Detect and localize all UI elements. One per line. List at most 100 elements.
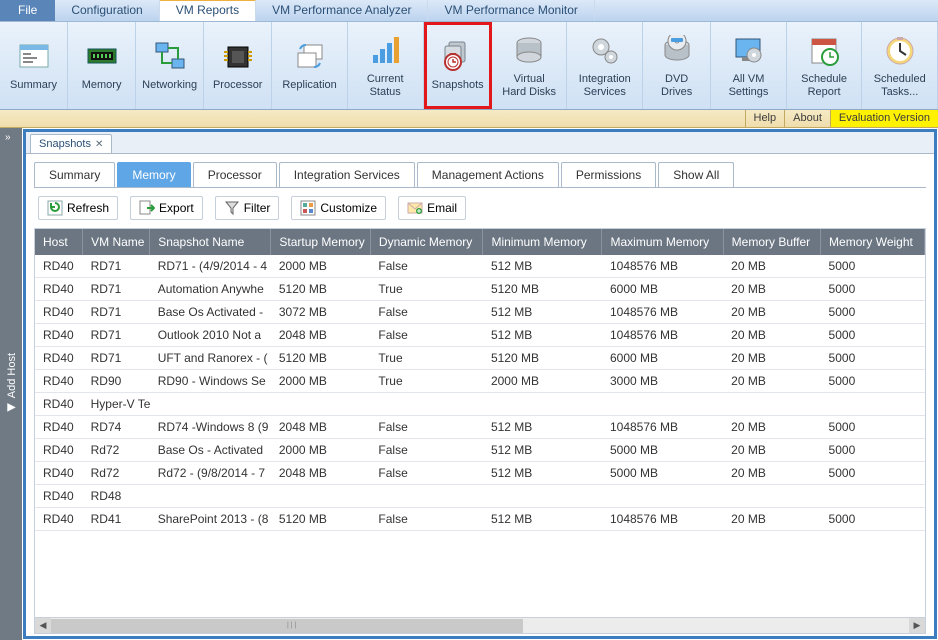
sub-tab-management-actions[interactable]: Management Actions [417, 162, 559, 187]
data-grid: HostVM NameSnapshot NameStartup MemoryDy… [34, 228, 926, 634]
doc-tab-label: Snapshots [39, 138, 91, 150]
table-row[interactable]: RD40Rd72Base Os - Activated2000 MBFalse5… [35, 439, 925, 462]
refresh-button[interactable]: Refresh [38, 196, 118, 220]
col-memory-buffer[interactable]: Memory Buffer [723, 229, 820, 255]
table-row[interactable]: RD40RD71UFT and Ranorex - (5120 MBTrue51… [35, 347, 925, 370]
ribbon-settings[interactable]: All VM Settings [711, 22, 787, 109]
cell: True [370, 278, 483, 301]
col-maximum-memory[interactable]: Maximum Memory [602, 229, 723, 255]
file-menu[interactable]: File [0, 0, 55, 21]
cell: RD71 [83, 301, 150, 324]
table-row[interactable]: RD40RD48 [35, 485, 925, 508]
cell: 2048 MB [271, 416, 371, 439]
close-icon[interactable]: ✕ [95, 139, 103, 150]
cell: Rd72 [83, 439, 150, 462]
ribbon-network[interactable]: Networking [136, 22, 204, 109]
cell: 2048 MB [271, 324, 371, 347]
cell: RD40 [35, 347, 83, 370]
ribbon-memory[interactable]: Memory [68, 22, 136, 109]
cell: RD74 -Windows 8 (9 [150, 416, 271, 439]
cell [723, 393, 820, 416]
table-row[interactable]: RD40RD74RD74 -Windows 8 (92048 MBFalse51… [35, 416, 925, 439]
cell: RD40 [35, 370, 83, 393]
scroll-track[interactable]: ||| [51, 619, 909, 633]
cell: True [370, 370, 483, 393]
table-row[interactable]: RD40RD71Base Os Activated -3072 MBFalse5… [35, 301, 925, 324]
sub-tab-memory[interactable]: Memory [117, 162, 190, 187]
ribbon-summary[interactable]: Summary [0, 22, 68, 109]
sub-tab-processor[interactable]: Processor [193, 162, 277, 187]
doc-tab-snapshots[interactable]: Snapshots ✕ [30, 134, 112, 153]
add-host-sidebar[interactable]: » ◀ Add Host [0, 128, 22, 640]
ribbon-label: Processor [213, 79, 263, 92]
cell: 2000 MB [271, 439, 371, 462]
sub-tab-show-all[interactable]: Show All [658, 162, 734, 187]
ribbon-tasks[interactable]: Scheduled Tasks... [862, 22, 938, 109]
ribbon-snapshots[interactable]: Snapshots [424, 22, 492, 109]
table-row[interactable]: RD40Hyper-V Tes [35, 393, 925, 416]
about-link[interactable]: About [784, 110, 830, 127]
cell [483, 485, 602, 508]
tab-vm-perf-monitor[interactable]: VM Performance Monitor [428, 0, 594, 21]
cell: Rd72 [83, 462, 150, 485]
cell: 5000 [821, 255, 925, 278]
cell: 1048576 MB [602, 416, 723, 439]
table-row[interactable]: RD40RD41SharePoint 2013 - (85120 MBFalse… [35, 508, 925, 531]
tab-configuration[interactable]: Configuration [55, 0, 159, 21]
table-row[interactable]: RD40RD71Outlook 2010 Not a2048 MBFalse51… [35, 324, 925, 347]
grid-scroll[interactable]: HostVM NameSnapshot NameStartup MemoryDy… [35, 229, 925, 617]
scroll-thumb[interactable]: ||| [51, 619, 523, 633]
cell [271, 485, 371, 508]
ribbon-disks[interactable]: Virtual Hard Disks [492, 22, 568, 109]
export-button[interactable]: Export [130, 196, 203, 220]
col-snapshot-name[interactable]: Snapshot Name [150, 229, 271, 255]
horizontal-scrollbar[interactable]: ◀ ||| ▶ [35, 617, 925, 633]
cell: 5000 [821, 324, 925, 347]
cell: 20 MB [723, 278, 820, 301]
cell: 5000 [821, 462, 925, 485]
col-dynamic-memory[interactable]: Dynamic Memory [370, 229, 483, 255]
ribbon-integration[interactable]: Integration Services [567, 22, 643, 109]
ribbon-schedule[interactable]: Schedule Report [787, 22, 863, 109]
cell: RD41 [83, 508, 150, 531]
filter-button[interactable]: Filter [215, 196, 280, 220]
sub-tab-integration-services[interactable]: Integration Services [279, 162, 415, 187]
col-startup-memory[interactable]: Startup Memory [271, 229, 371, 255]
cell: 1048576 MB [602, 508, 723, 531]
ribbon-label: Networking [142, 79, 197, 92]
col-host[interactable]: Host [35, 229, 83, 255]
col-memory-weight[interactable]: Memory Weight [821, 229, 925, 255]
cell: 512 MB [483, 462, 602, 485]
col-minimum-memory[interactable]: Minimum Memory [483, 229, 602, 255]
ribbon-label: Replication [282, 79, 336, 92]
customize-button[interactable]: Customize [291, 196, 386, 220]
sub-tab-permissions[interactable]: Permissions [561, 162, 656, 187]
ribbon-dvd[interactable]: DVD Drives [643, 22, 711, 109]
scroll-left-icon[interactable]: ◀ [35, 618, 51, 634]
snapshots-icon [440, 39, 476, 75]
export-icon [139, 200, 155, 216]
help-link[interactable]: Help [745, 110, 785, 127]
sub-tab-summary[interactable]: Summary [34, 162, 115, 187]
cell: 20 MB [723, 324, 820, 347]
cell: Hyper-V Tes [83, 393, 150, 416]
table-row[interactable]: RD40RD71Automation Anywhe5120 MBTrue5120… [35, 278, 925, 301]
email-button[interactable]: Email [398, 196, 466, 220]
ribbon-status[interactable]: Current Status [348, 22, 424, 109]
cell: Outlook 2010 Not a [150, 324, 271, 347]
snapshots-table: HostVM NameSnapshot NameStartup MemoryDy… [35, 229, 925, 531]
cell: 20 MB [723, 347, 820, 370]
col-vm-name[interactable]: VM Name [83, 229, 150, 255]
cell [821, 393, 925, 416]
ribbon-cpu[interactable]: Processor [204, 22, 272, 109]
tab-vm-reports[interactable]: VM Reports [160, 0, 256, 21]
table-row[interactable]: RD40RD71RD71 - (4/9/2014 - 42000 MBFalse… [35, 255, 925, 278]
table-row[interactable]: RD40RD90RD90 - Windows Se2000 MBTrue2000… [35, 370, 925, 393]
tab-vm-perf-analyzer[interactable]: VM Performance Analyzer [256, 0, 428, 21]
scroll-right-icon[interactable]: ▶ [909, 618, 925, 634]
table-row[interactable]: RD40Rd72Rd72 - (9/8/2014 - 72048 MBFalse… [35, 462, 925, 485]
ribbon-replication[interactable]: Replication [272, 22, 348, 109]
cell: RD40 [35, 439, 83, 462]
ribbon-label: All VM Settings [729, 73, 769, 98]
main-panel: Snapshots ✕ SummaryMemoryProcessorIntegr… [23, 129, 937, 639]
